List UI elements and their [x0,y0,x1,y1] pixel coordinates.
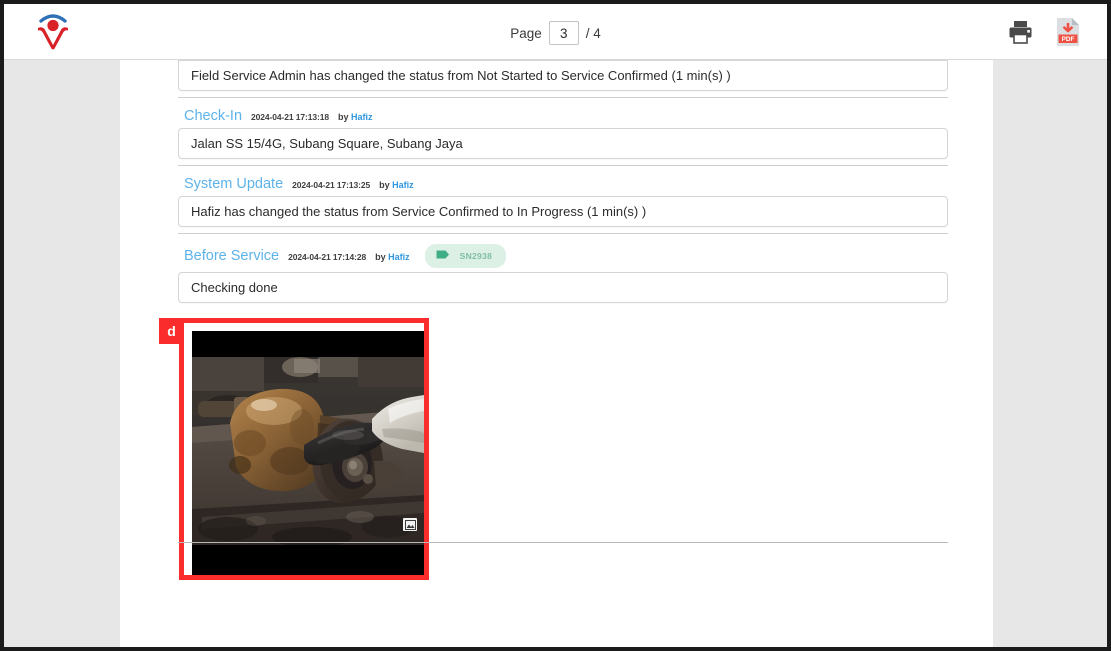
log-entry-header: Check-In 2024-04-21 17:13:18 by Hafiz [178,102,948,128]
status-badge: SN2938 [424,244,507,268]
page-label: Page [510,25,542,41]
attachment-annotation: d [159,318,429,580]
entry-author-line: by Hafiz [375,252,410,262]
log-entry-body: Checking done [178,272,948,303]
entry-divider [178,97,948,98]
entry-author[interactable]: Hafiz [351,112,373,122]
annotation-box [179,318,429,580]
entry-author-line: by Hafiz [338,112,373,122]
log-entry-body: Field Service Admin has changed the stat… [178,60,948,91]
entry-title: Check-In [184,108,243,124]
entry-author[interactable]: Hafiz [388,252,410,262]
entry-author[interactable]: Hafiz [392,180,414,190]
svg-text:PDF: PDF [1062,36,1075,43]
download-pdf-button[interactable]: PDF [1051,14,1085,50]
print-button[interactable] [1003,14,1037,50]
attachment-photo-image [192,331,424,575]
attachment-photo[interactable] [192,331,424,575]
entry-timestamp: 2024-04-21 17:13:25 [292,180,371,190]
log-entry-body: Jalan SS 15/4G, Subang Square, Subang Ja… [178,128,948,159]
page-total-label: / 4 [585,25,601,41]
entry-divider [178,165,948,166]
by-label: by [338,112,349,122]
log-entry-header: System Update 2024-04-21 17:13:25 by Haf… [178,170,948,196]
page-number-input[interactable] [548,21,579,45]
log-entry-body: Hafiz has changed the status from Servic… [178,196,948,227]
entry-timestamp: 2024-04-21 17:14:28 [288,252,367,262]
tag-icon [436,247,450,265]
annotation-letter-label: d [159,318,184,344]
by-label: by [379,180,390,190]
section-divider [178,542,948,543]
image-thumbnail-icon [403,518,417,531]
by-label: by [375,252,386,262]
viewer-toolbar: Page / 4 PDF [4,4,1107,60]
document-page: Field Service Admin has changed the stat… [120,60,993,647]
entry-title: System Update [184,176,284,192]
log-entry-header: Before Service 2024-04-21 17:14:28 by Ha… [178,238,948,272]
status-badge-label: SN2938 [459,251,493,261]
document-viewer[interactable]: Field Service Admin has changed the stat… [4,60,1107,647]
entry-divider [178,233,948,234]
pdf-viewer-window: Page / 4 PDF [0,0,1111,651]
document-content: Field Service Admin has changed the stat… [178,60,948,303]
entry-timestamp: 2024-04-21 17:13:18 [251,112,329,122]
page-navigation: Page / 4 [4,21,1107,45]
entry-title: Before Service [184,248,280,264]
entry-author-line: by Hafiz [379,180,414,190]
toolbar-actions: PDF [1003,14,1085,50]
